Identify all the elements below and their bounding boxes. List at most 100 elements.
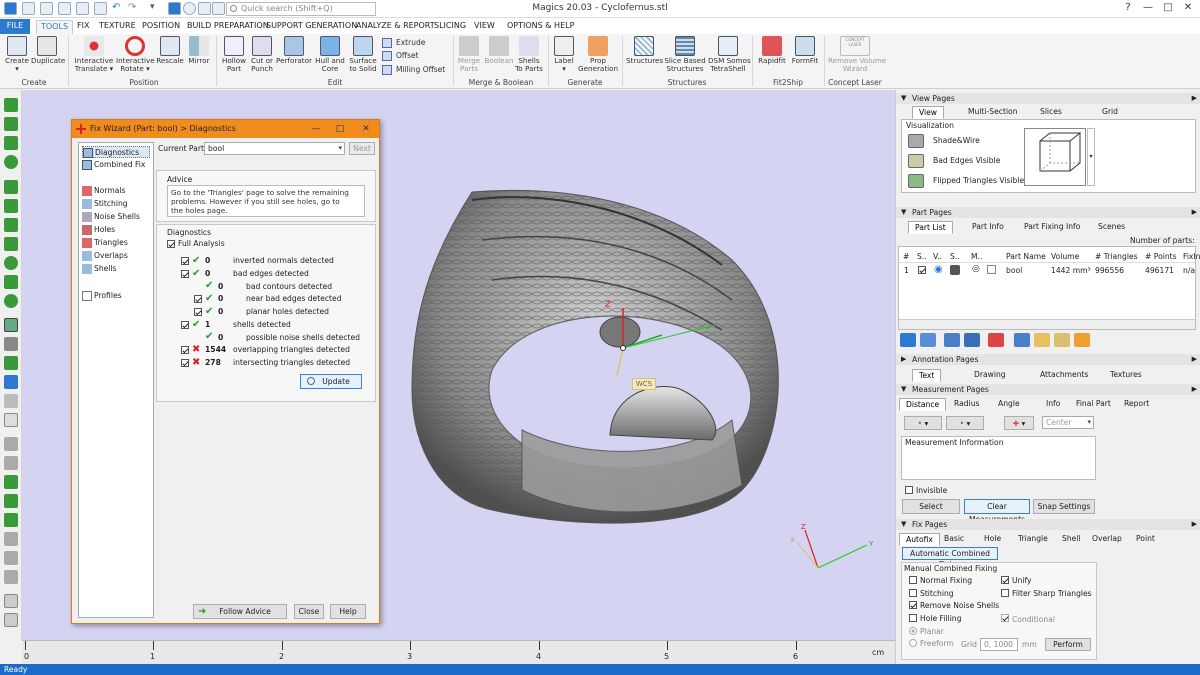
mark-plane-icon[interactable] [4,117,18,131]
nav-triangles[interactable]: Triangles [82,237,128,249]
import-icon[interactable] [94,2,107,15]
rescale-button[interactable]: Rescale [156,36,184,65]
diag-checkbox[interactable] [181,359,189,367]
formfit-button[interactable]: FormFit [790,36,820,65]
invert-mark-icon[interactable] [4,337,18,351]
tab-part-fixing-info[interactable]: Part Fixing Info [1018,221,1086,234]
save-as-icon[interactable] [76,2,89,15]
tab-drawing[interactable]: Drawing [968,369,1012,382]
diag-checkbox[interactable] [181,346,189,354]
boolean-button[interactable]: Boolean [484,36,514,65]
mark-all-icon[interactable] [4,356,18,370]
invisible-checkbox[interactable] [905,486,913,494]
nav-normals[interactable]: Normals [82,185,125,197]
tab-autofix[interactable]: Autofix [899,533,940,546]
tab-texture[interactable]: TEXTURE [95,20,140,34]
tab-basic[interactable]: Basic [938,533,970,546]
help-wizard-button[interactable]: Help [330,604,366,619]
unmark-icon[interactable] [4,318,18,332]
label-button[interactable]: Label ▾ [552,36,576,73]
rapidfit-button[interactable]: Rapidfit [756,36,788,65]
tab-radius[interactable]: Radius [948,398,985,411]
follow-advice-button[interactable]: ➜ Follow Advice [193,604,287,619]
customize-icon[interactable]: ▾ [150,2,163,15]
mark-surface-icon[interactable] [4,136,18,150]
hollow-part-button[interactable]: Hollow Part [220,36,248,73]
triangle-tool-9-icon[interactable] [4,594,18,608]
eye-icon[interactable]: ◉ [934,264,943,275]
unify-checkbox[interactable] [1001,576,1009,584]
chevron-down-icon[interactable]: ▾ [1087,128,1095,186]
tab-text[interactable]: Text [912,369,942,382]
nav-shells[interactable]: Shells [82,263,116,275]
diag-checkbox[interactable] [194,308,202,316]
nav-combined-fix[interactable]: Combined Fix [82,159,145,171]
select-button[interactable]: Select [902,499,960,514]
tab-overlap[interactable]: Overlap [1086,533,1128,546]
tab-support-generation[interactable]: SUPPORT GENERATION [262,20,361,34]
dsm-somos-tetrashell-button[interactable]: DSM Somos TetraShell [708,36,751,73]
duplicate-button[interactable]: Duplicate [31,36,65,65]
expand-mark-icon[interactable] [4,275,18,289]
nav-stitching[interactable]: Stitching [82,198,128,210]
diag-checkbox[interactable] [194,295,202,303]
tab-build-preparation[interactable]: BUILD PREPARATION [183,20,273,34]
current-part-select[interactable]: bool ▾ [204,142,345,155]
tab-distance[interactable]: Distance [899,398,947,411]
fix-wizard-maximize[interactable]: □ [332,121,348,137]
shrink-mark-icon[interactable] [4,294,18,308]
tab-slicing[interactable]: SLICING [430,20,470,34]
shells-to-parts-button[interactable]: Shells To Parts [515,36,543,73]
triangle-tool-3-icon[interactable] [4,475,18,489]
pin-icon[interactable]: ▶ [1192,93,1197,104]
triangle-tool-icon[interactable] [4,437,18,451]
annotation-pages-header[interactable]: ▶ Annotation Pages ▶ [896,354,1200,365]
perforator-button[interactable]: Perforator [276,36,312,65]
view-cube[interactable] [1024,128,1086,186]
nav-overlaps[interactable]: Overlaps [82,250,128,262]
tab-scenes[interactable]: Scenes [1092,221,1131,234]
interactive-rotate-button[interactable]: Interactive Rotate ▾ [116,36,155,73]
tab-shell[interactable]: Shell [1056,533,1087,546]
tab-grid[interactable]: Grid [1096,106,1124,119]
part-icon[interactable] [4,413,18,427]
tab-final-part[interactable]: Final Part [1070,398,1117,411]
triangle-tool-6-icon[interactable] [4,532,18,546]
point-mode-select-2[interactable]: • ▾ [946,416,984,430]
view-pages-header[interactable]: ▼ View Pages ▶ [896,93,1200,104]
tab-hole[interactable]: Hole [978,533,1007,546]
planar-radio[interactable] [909,627,917,635]
new-icon[interactable] [22,2,35,15]
next-button[interactable]: Next [349,142,375,155]
triangle-tool-5-icon[interactable] [4,513,18,527]
mark-sphere-icon[interactable] [4,256,18,270]
tab-attachments[interactable]: Attachments [1034,369,1094,382]
filter-sharp-checkbox[interactable] [1001,589,1009,597]
material-icon[interactable]: ◎ [972,264,980,274]
offset-button[interactable]: Offset [382,50,419,62]
tab-info[interactable]: Info [1040,398,1066,411]
freeform-radio[interactable] [909,639,917,647]
tab-slices[interactable]: Slices [1034,106,1068,119]
merge-parts-button[interactable]: Merge Parts [456,36,482,73]
open-icon[interactable] [40,2,53,15]
mark-triangle-icon[interactable] [4,98,18,112]
lasso-icon[interactable] [4,218,18,232]
fix-wizard-titlebar[interactable]: Fix Wizard (Part: bool) > Diagnostics — … [72,120,379,138]
part-tool-icon[interactable] [920,333,936,347]
tab-options-help[interactable]: OPTIONS & HELP [503,20,578,34]
zoom-icon[interactable] [183,2,196,15]
perform-button[interactable]: Perform [1045,638,1091,651]
mark-flipped-icon[interactable] [4,237,18,251]
fix-wizard-close[interactable]: ✕ [358,121,374,137]
tab-part-list[interactable]: Part List [908,221,953,234]
triangle-tool-7-icon[interactable] [4,551,18,565]
diag-checkbox[interactable] [181,270,189,278]
tab-view[interactable]: VIEW [470,20,499,34]
mark-contour-icon[interactable] [4,180,18,194]
milling-offset-button[interactable]: Milling Offset [382,64,445,76]
stitching-checkbox[interactable] [909,589,917,597]
tab-part-info[interactable]: Part Info [966,221,1010,234]
nav-profiles[interactable]: Profiles [82,290,122,302]
pin-icon[interactable]: ▶ [1192,354,1197,365]
